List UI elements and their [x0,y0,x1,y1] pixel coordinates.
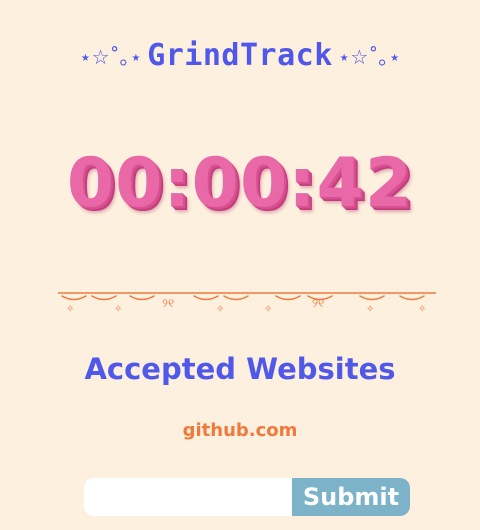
title-decoration-right: ⋆☆˚｡⋆ [337,45,401,69]
decorative-divider: ✧ ✧ ୨୧ ✧ ✧ ୨୧ ✧ ✧ [58,292,436,315]
app-title: GrindTrack [147,38,333,73]
add-site-form: Submit [84,478,410,516]
svg-text:୨୧: ୨୧ [312,296,324,310]
accepted-site-item: github.com [182,420,298,441]
svg-text:✧: ✧ [114,304,122,315]
timer-display: 00:00:42 [66,144,414,223]
submit-button[interactable]: Submit [292,478,410,516]
svg-text:✧: ✧ [418,304,426,315]
svg-text:୨୧: ୨୧ [162,296,174,310]
title-decoration-left: ⋆☆˚｡⋆ [79,45,143,69]
svg-text:✧: ✧ [366,304,374,315]
svg-text:✧: ✧ [66,304,74,315]
svg-text:✧: ✧ [216,304,224,315]
app-title-row: ⋆☆˚｡⋆ GrindTrack ⋆☆˚｡⋆ [0,38,480,73]
website-input[interactable] [84,478,292,516]
accepted-websites-heading: Accepted Websites [84,352,396,386]
accepted-sites-list: github.com [0,420,480,441]
svg-text:✧: ✧ [264,304,272,315]
